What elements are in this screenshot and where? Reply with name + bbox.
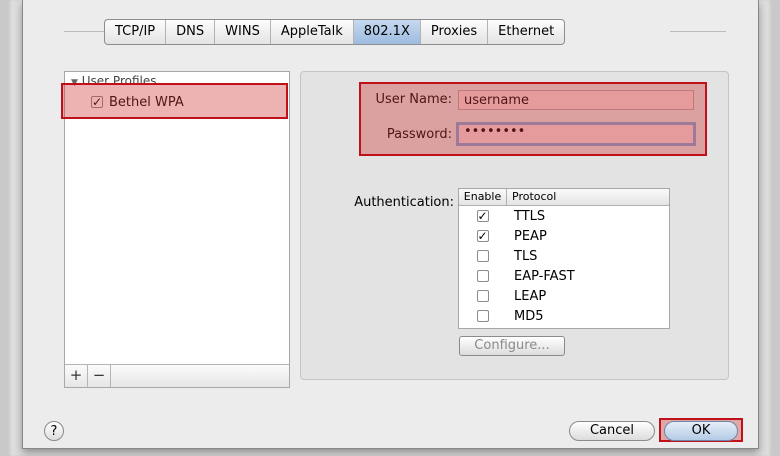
tab-divider-right <box>670 31 726 32</box>
remove-profile-button[interactable]: − <box>88 365 111 387</box>
protocol-name: PEAP <box>514 228 547 244</box>
protocol-name: EAP-FAST <box>514 268 575 284</box>
tab-divider-left <box>64 31 104 32</box>
profile-highlight-box <box>61 83 288 119</box>
profiles-toolbar: + − <box>65 364 289 387</box>
table-row[interactable]: MD5 <box>459 306 669 326</box>
credentials-highlight-box <box>359 82 707 156</box>
md5-enable-checkbox[interactable] <box>476 310 489 322</box>
tab-appletalk[interactable]: AppleTalk <box>271 20 354 44</box>
table-row[interactable]: ✓ PEAP <box>459 226 669 246</box>
authentication-protocol-table: Enable Protocol ✓ TTLS ✓ PEAP TLS EAP-FA… <box>458 188 670 329</box>
table-row[interactable]: ✓ TTLS <box>459 206 669 226</box>
table-row[interactable]: LEAP <box>459 286 669 306</box>
cancel-button[interactable]: Cancel <box>569 421 655 441</box>
configure-button[interactable]: Configure... <box>459 336 565 356</box>
ok-button[interactable]: OK <box>664 421 738 441</box>
tab-dns[interactable]: DNS <box>166 20 216 44</box>
table-row[interactable]: EAP-FAST <box>459 266 669 286</box>
enable-column-header[interactable]: Enable <box>459 189 507 205</box>
tab-8021x[interactable]: 802.1X <box>353 20 421 44</box>
protocol-name: MD5 <box>514 308 544 324</box>
protocol-column-header[interactable]: Protocol <box>507 189 556 205</box>
auth-table-header: Enable Protocol <box>459 189 669 206</box>
tab-ethernet[interactable]: Ethernet <box>488 20 564 44</box>
protocol-name: TTLS <box>514 208 546 224</box>
tab-tcpip[interactable]: TCP/IP <box>105 20 167 44</box>
protocol-name: TLS <box>514 248 538 264</box>
protocol-name: LEAP <box>514 288 547 304</box>
help-button[interactable]: ? <box>44 421 64 441</box>
tab-proxies[interactable]: Proxies <box>421 20 489 44</box>
ttls-enable-checkbox[interactable]: ✓ <box>476 210 489 222</box>
leap-enable-checkbox[interactable] <box>476 290 489 302</box>
authentication-label: Authentication: <box>354 195 454 210</box>
eap-fast-enable-checkbox[interactable] <box>476 270 489 282</box>
tab-bar: TCP/IP DNS WINS AppleTalk 802.1X Proxies… <box>104 19 566 45</box>
peap-enable-checkbox[interactable]: ✓ <box>476 230 489 242</box>
tab-wins[interactable]: WINS <box>215 20 271 44</box>
table-row[interactable]: TLS <box>459 246 669 266</box>
tls-enable-checkbox[interactable] <box>476 250 489 262</box>
add-profile-button[interactable]: + <box>65 365 88 387</box>
